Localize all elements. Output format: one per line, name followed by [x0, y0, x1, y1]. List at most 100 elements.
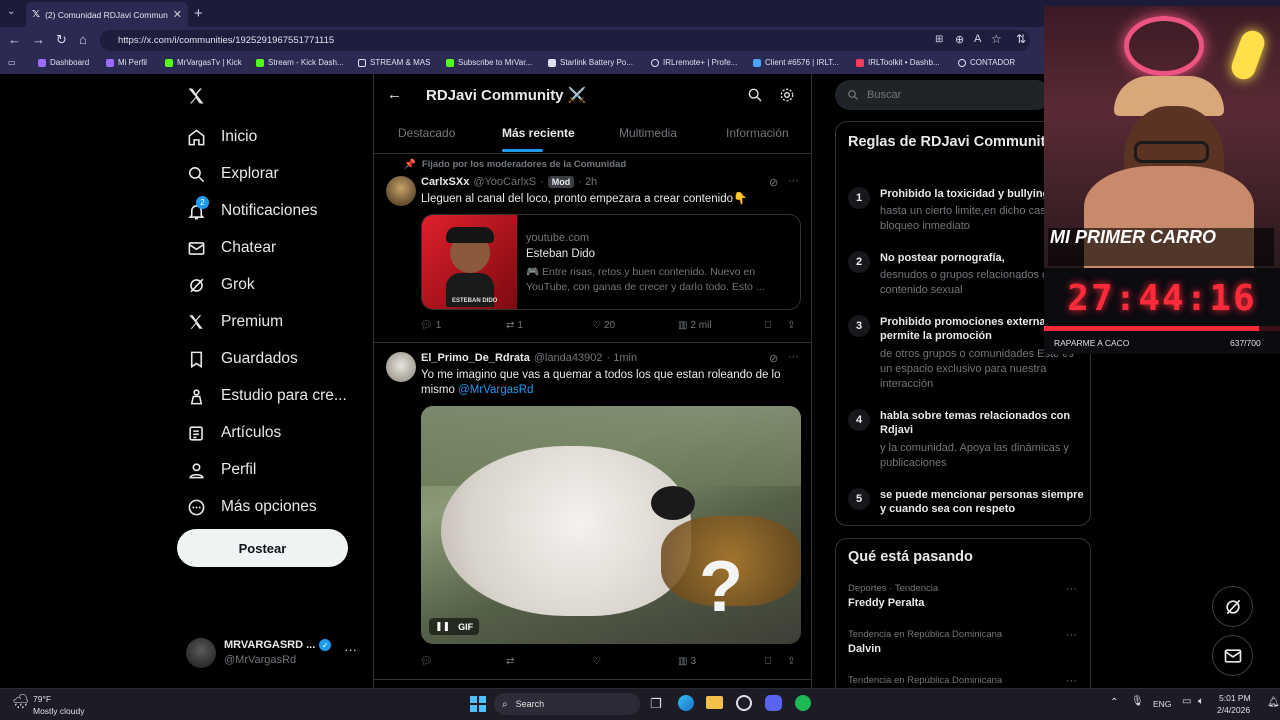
bookmark-6[interactable]: Starlink Battery Po... [548, 58, 633, 67]
back-arrow-icon[interactable]: ← [8, 32, 21, 47]
nav-item-mas-opciones[interactable]: Más opciones [186, 497, 317, 517]
bookmark-1[interactable]: Mi Perfil [106, 58, 147, 67]
bookmark-0[interactable]: Dashboard [38, 58, 89, 67]
like-button[interactable]: ♡ 20 [592, 320, 615, 331]
edge-browser-icon[interactable] [678, 695, 694, 711]
bookmark-4[interactable]: STREAM & MAS [358, 58, 430, 67]
more-dots-icon[interactable]: ··· [1066, 675, 1077, 687]
more-dots-icon[interactable]: ··· [1066, 629, 1077, 641]
forward-arrow-icon[interactable]: → [32, 32, 45, 47]
nav-item-chatear[interactable]: Chatear [186, 238, 276, 258]
tab-mas-reciente[interactable]: Más reciente [502, 126, 575, 140]
bookmark-button[interactable]: ⎕ [765, 320, 771, 331]
post-author-handle[interactable]: @YooCarlxS [473, 176, 536, 188]
more-dots-icon[interactable]: ··· [344, 642, 357, 657]
post-author-name[interactable]: El_Primo_De_Rdrata [421, 352, 530, 364]
file-explorer-icon[interactable] [706, 696, 723, 709]
post-button[interactable]: Postear [177, 529, 348, 567]
more-dots-icon[interactable]: ··· [1066, 583, 1077, 595]
taskbar-search[interactable]: ⌕ Search [494, 693, 640, 715]
bookmark-2[interactable]: MrVargasTv | Kick [165, 58, 242, 67]
nav-item-guardados[interactable]: Guardados [186, 349, 298, 369]
task-view-icon[interactable]: ❐ [650, 696, 662, 712]
gear-icon[interactable] [779, 87, 795, 103]
nav-item-inicio[interactable]: Inicio [186, 127, 257, 147]
post-author-name[interactable]: CarlxSXx [421, 176, 469, 188]
app-install-icon[interactable]: ⊞ [935, 34, 943, 45]
search-icon[interactable] [747, 87, 763, 103]
trend-name[interactable]: Freddy Peralta [848, 597, 924, 609]
back-arrow-icon[interactable]: ← [387, 86, 402, 103]
chrome-icon[interactable] [736, 695, 752, 711]
bookmark-button[interactable]: ⎕ [765, 656, 771, 667]
avatar[interactable] [386, 176, 416, 206]
gif-media[interactable]: ? ❚❚ GIF [421, 406, 801, 644]
search-input[interactable]: Buscar [835, 80, 1051, 110]
nav-item-estudio[interactable]: Estudio para cre... [186, 386, 347, 406]
bookmark-7[interactable]: IRLremote+ | Profe... [651, 58, 737, 67]
notification-bell-icon[interactable]: 🔔︎ [1267, 697, 1280, 708]
bookmark-5[interactable]: Subscribe to MrVar... [446, 58, 532, 67]
read-aloud-icon[interactable]: A [974, 33, 981, 45]
volume-icon[interactable]: 🔈︎ [1198, 696, 1204, 707]
grok-icon[interactable]: ⊘ [769, 352, 778, 365]
favorites-bar-icon[interactable]: ⇅ [1016, 32, 1026, 46]
spotify-icon[interactable] [795, 695, 811, 711]
language-indicator[interactable]: ENG [1153, 699, 1171, 709]
chevron-up-icon[interactable]: ⌃ [1110, 697, 1118, 708]
grok-floating-button[interactable] [1212, 586, 1253, 627]
views-button[interactable]: ▥ 2 mil [678, 320, 712, 331]
bookmark-9[interactable]: IRLToolkit • Dashb... [856, 58, 940, 67]
messages-floating-button[interactable] [1212, 635, 1253, 676]
like-button[interactable]: ♡ [592, 656, 604, 667]
post-author-handle[interactable]: @landa43902 [534, 352, 603, 364]
nav-item-grok[interactable]: Grok [186, 275, 255, 295]
reply-button[interactable]: 💬︎ 1 [420, 320, 441, 331]
tab-multimedia[interactable]: Multimedia [619, 126, 677, 140]
browser-tab[interactable]: 𝕏 (2) Comunidad RDJavi Community ✕ [26, 2, 188, 27]
views-button[interactable]: ▥ 3 [678, 656, 696, 667]
address-bar[interactable]: https://x.com/i/communities/192529196755… [100, 30, 1030, 51]
pause-icon[interactable]: ❚❚ [435, 621, 450, 632]
share-button[interactable]: ⇪ [787, 320, 795, 331]
bookmark-3[interactable]: Stream - Kick Dash... [256, 58, 344, 67]
tab-destacado[interactable]: Destacado [398, 126, 455, 140]
start-windows-icon[interactable] [470, 696, 486, 712]
mention-link[interactable]: @MrVargasRd [458, 384, 533, 396]
post-pinned[interactable]: 📌 Fijado por los moderadores de la Comun… [374, 155, 811, 343]
repost-button[interactable]: ⇄ [506, 656, 517, 667]
home-icon[interactable]: ⌂ [79, 32, 87, 47]
share-button[interactable]: ⇪ [787, 656, 795, 667]
zoom-icon[interactable]: ⊕ [955, 33, 964, 46]
new-tab-button[interactable]: + [194, 5, 203, 22]
x-logo-icon[interactable] [186, 86, 206, 106]
network-icon[interactable]: ▭ [1182, 696, 1191, 707]
nav-item-articulos[interactable]: Artículos [186, 423, 281, 443]
account-switcher[interactable]: MRVARGASRD ... ✓ @MrVargasRd ··· [186, 636, 361, 668]
tab-informacion[interactable]: Información [726, 126, 789, 140]
trend-name[interactable]: Dalvin [848, 643, 881, 655]
discord-icon[interactable] [765, 695, 782, 711]
bookmark-8[interactable]: Client #6576 | IRLT... [753, 58, 839, 67]
bookmarks-menu-icon[interactable]: ▭ [8, 58, 16, 67]
more-dots-icon[interactable]: ··· [788, 175, 799, 187]
nav-item-perfil[interactable]: Perfil [186, 460, 256, 480]
reply-button[interactable]: 💬︎ [420, 656, 436, 667]
microphone-icon[interactable]: 🎙︎ [1131, 696, 1144, 707]
link-preview-card[interactable]: ESTEBAN DIDO youtube.com Esteban Dido 🎮 … [421, 214, 801, 310]
avatar[interactable] [386, 352, 416, 382]
favorite-star-icon[interactable]: ☆ [991, 32, 1002, 46]
grok-icon[interactable]: ⊘ [769, 176, 778, 189]
clock-date[interactable]: 2/4/2026 [1217, 705, 1250, 715]
nav-item-explorar[interactable]: Explorar [186, 164, 279, 184]
reload-icon[interactable]: ↻ [56, 32, 67, 48]
nav-item-notificaciones[interactable]: 2 Notificaciones [186, 196, 318, 221]
repost-button[interactable]: ⇄ 1 [506, 320, 523, 331]
weather-icon[interactable]: 🌧︎ [12, 693, 30, 710]
clock-time[interactable]: 5:01 PM [1219, 693, 1251, 703]
bookmark-10[interactable]: CONTADOR [958, 58, 1015, 67]
tab-close-icon[interactable]: ✕ [173, 8, 182, 21]
more-dots-icon[interactable]: ··· [788, 351, 799, 363]
nav-item-premium[interactable]: Premium [186, 312, 283, 332]
tab-list-chevron-icon[interactable]: ⌄ [7, 6, 15, 17]
